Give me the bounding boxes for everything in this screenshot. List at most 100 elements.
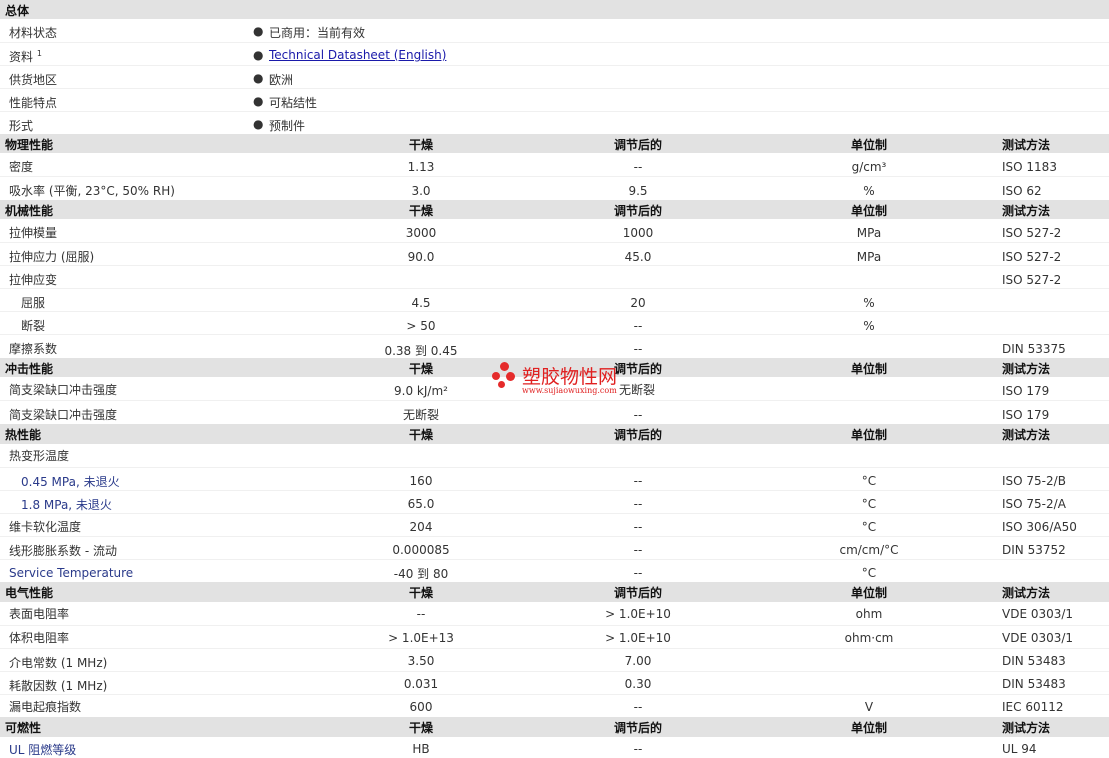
property-value: 预制件	[269, 119, 306, 133]
section-flammability-header: 可燃性 干燥 调节后的 单位制 测试方法	[0, 717, 1109, 737]
property-label: 材料状态	[9, 26, 58, 40]
property-label: 供货地区	[9, 73, 58, 87]
value-dry: 0.031	[403, 677, 439, 691]
logo-dot-icon	[500, 362, 509, 371]
value-unit: ohm·cm	[844, 631, 894, 645]
logo-dot-icon	[498, 381, 505, 388]
column-header-unit: 单位制	[850, 362, 887, 376]
column-header-unit: 单位制	[850, 428, 887, 442]
watermark-url: www.sujiaowuxing.com	[522, 386, 617, 395]
property-row: 性能特点 ● 可粘结性	[0, 88, 1109, 112]
column-header-unit: 单位制	[850, 586, 887, 600]
logo-dot-icon	[492, 372, 500, 380]
test-method: VDE 0303/1	[1002, 607, 1074, 621]
property-row: 拉伸应变 ISO 527-2	[0, 265, 1109, 289]
value-conditioned: --	[633, 342, 643, 356]
property-row: 屈服 4.5 20 %	[0, 288, 1109, 312]
column-header-dry: 干燥	[408, 586, 433, 600]
property-row: 吸水率 (平衡, 23°C, 50% RH) 3.0 9.5 % ISO 62	[0, 176, 1109, 200]
property-label: 屈服	[21, 296, 46, 310]
value-conditioned: --	[633, 497, 643, 511]
value-dry: 0.38 到 0.45	[384, 344, 458, 358]
value-dry: 600	[409, 700, 433, 714]
value-dry: --	[416, 607, 426, 621]
section-mechanical-header: 机械性能 干燥 调节后的 单位制 测试方法	[0, 200, 1109, 219]
value-conditioned: --	[633, 160, 643, 174]
value-unit: MPa	[856, 250, 882, 264]
watermark-title: 塑胶物性网	[522, 366, 618, 388]
value-dry: 160	[409, 474, 433, 488]
property-label: UL 阻燃等级	[9, 743, 77, 757]
value-conditioned: 7.00	[624, 654, 652, 668]
property-row: UL 阻燃等级 HB -- UL 94	[0, 737, 1109, 758]
section-physical-header: 物理性能 干燥 调节后的 单位制 测试方法	[0, 134, 1109, 153]
value-unit: %	[863, 184, 875, 198]
value-unit: °C	[861, 520, 877, 534]
section-title: 电气性能	[5, 586, 54, 600]
value-dry: 1.13	[407, 160, 435, 174]
column-header-conditioned: 调节后的	[613, 586, 662, 600]
value-unit: ohm	[855, 607, 883, 621]
value-dry: 3000	[405, 226, 437, 240]
bullet-icon: ●	[253, 71, 264, 85]
property-row: 1.8 MPa, 未退火 65.0 -- °C ISO 75-2/A	[0, 490, 1109, 514]
value-conditioned: --	[633, 566, 643, 580]
section-title: 机械性能	[5, 204, 54, 218]
property-label: 吸水率 (平衡, 23°C, 50% RH)	[9, 184, 175, 198]
test-method: ISO 306/A50	[1002, 520, 1077, 534]
property-label: 性能特点	[9, 96, 58, 110]
datasheet-link[interactable]: Technical Datasheet (English)	[269, 48, 446, 62]
property-label: 拉伸模量	[9, 226, 58, 240]
value-dry: HB	[412, 742, 430, 756]
value-conditioned: 1000	[622, 226, 654, 240]
watermark-logo: 塑胶物性网 www.sujiaowuxing.com	[492, 362, 632, 398]
column-header-conditioned: 调节后的	[613, 138, 662, 152]
test-method: DIN 53752	[1002, 543, 1066, 557]
value-conditioned: --	[633, 742, 643, 756]
value-dry: > 50	[406, 319, 436, 333]
column-header-method: 测试方法	[1002, 721, 1051, 735]
test-method: ISO 527-2	[1002, 273, 1062, 287]
property-row: 供货地区 ● 欧洲	[0, 65, 1109, 89]
value-conditioned: > 1.0E+10	[605, 607, 671, 621]
test-method: ISO 75-2/B	[1002, 474, 1066, 488]
column-header-conditioned: 调节后的	[613, 721, 662, 735]
bullet-icon: ●	[253, 24, 264, 38]
property-label: 1.8 MPa, 未退火	[21, 498, 112, 512]
value-unit: g/cm³	[851, 160, 887, 174]
test-method: ISO 75-2/A	[1002, 497, 1066, 511]
section-title: 物理性能	[5, 138, 54, 152]
value-conditioned: 9.5	[628, 184, 648, 198]
property-row: 摩擦系数 0.38 到 0.45 -- DIN 53375	[0, 334, 1109, 359]
value-unit: °C	[861, 566, 877, 580]
column-header-dry: 干燥	[408, 721, 433, 735]
value-conditioned: 20	[630, 296, 646, 310]
column-header-method: 测试方法	[1002, 138, 1051, 152]
value-dry: 9.0 kJ/m²	[394, 384, 448, 398]
test-method: ISO 1183	[1002, 160, 1057, 174]
test-method: ISO 527-2	[1002, 226, 1062, 240]
property-value: 可粘结性	[269, 96, 318, 110]
property-row: 线形膨胀系数 - 流动 0.000085 -- cm/cm/°C DIN 537…	[0, 536, 1109, 560]
test-method: IEC 60112	[1002, 700, 1064, 714]
property-label: 形式	[9, 119, 34, 133]
section-title: 总体	[5, 4, 30, 18]
property-row: 材料状态 ● 已商用：当前有效	[0, 19, 1109, 42]
column-header-dry: 干燥	[408, 362, 433, 376]
column-header-method: 测试方法	[1002, 586, 1051, 600]
column-header-unit: 单位制	[850, 138, 887, 152]
property-label: 资料 1	[9, 49, 42, 64]
test-method: ISO 62	[1002, 184, 1042, 198]
column-header-dry: 干燥	[408, 428, 433, 442]
property-value: 已商用：当前有效	[269, 26, 366, 40]
property-row: 断裂 > 50 -- %	[0, 311, 1109, 335]
property-label: 漏电起痕指数	[9, 700, 82, 714]
property-row: 介电常数 (1 MHz) 3.50 7.00 DIN 53483	[0, 648, 1109, 672]
value-dry: 4.5	[411, 296, 431, 310]
value-dry: 204	[409, 520, 433, 534]
property-row: 简支梁缺口冲击强度 无断裂 -- ISO 179	[0, 400, 1109, 425]
value-dry: 无断裂	[402, 408, 439, 422]
test-method: ISO 527-2	[1002, 250, 1062, 264]
test-method: DIN 53483	[1002, 677, 1066, 691]
section-electrical-header: 电气性能 干燥 调节后的 单位制 测试方法	[0, 582, 1109, 602]
